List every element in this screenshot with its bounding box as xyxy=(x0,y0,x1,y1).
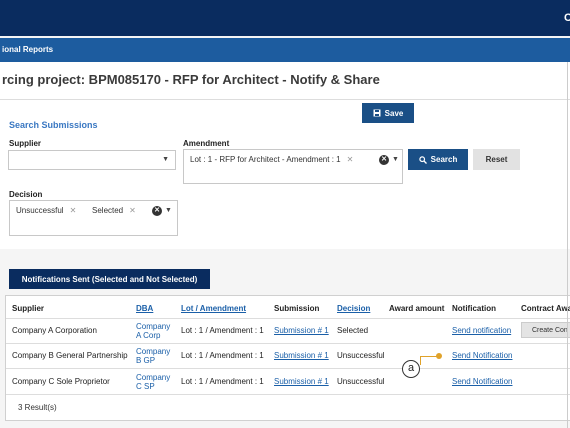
header-corner-glyph: C xyxy=(564,12,570,24)
floppy-disk-icon xyxy=(373,109,381,117)
search-legend: Search Submissions xyxy=(9,121,98,130)
column-header-submission: Submission xyxy=(274,304,320,313)
cell-lot: Lot : 1 / Amendment : 1 xyxy=(181,326,264,335)
amendment-label: Amendment xyxy=(183,139,230,148)
cell-lot: Lot : 1 / Amendment : 1 xyxy=(181,377,264,386)
remove-chip-icon[interactable]: ✕ xyxy=(70,206,77,215)
row-divider xyxy=(6,394,570,395)
cell-decision: Unsuccessful xyxy=(337,377,385,386)
remove-chip-icon[interactable]: ✕ xyxy=(129,206,136,215)
column-header-decision[interactable]: Decision xyxy=(337,304,370,313)
row-divider xyxy=(6,368,570,369)
notifications-sent-tab[interactable]: Notifications Sent (Selected and Not Sel… xyxy=(9,269,210,289)
column-header-award-amount: Award amount xyxy=(389,304,445,313)
decision-multiselect[interactable]: Unsuccessful ✕ Selected ✕ ✕ ▼ xyxy=(9,200,178,236)
search-icon xyxy=(418,155,427,164)
decision-chip[interactable]: Unsuccessful ✕ xyxy=(16,206,76,215)
amendment-chip-label: Lot : 1 - RFP for Architect - Amendment … xyxy=(190,155,341,164)
chevron-down-icon: ▼ xyxy=(162,156,169,163)
column-header-contract-award: Contract Awa xyxy=(521,304,570,313)
column-header-notification: Notification xyxy=(452,304,496,313)
cell-dba-line: Company xyxy=(136,373,171,382)
send-notification-link[interactable]: Send Notification xyxy=(452,377,512,386)
cell-dba[interactable]: Company C SP xyxy=(136,373,170,391)
cell-supplier: Company A Corporation xyxy=(12,326,97,335)
supplier-label: Supplier xyxy=(9,139,42,148)
column-header-lot-amendment[interactable]: Lot / Amendment xyxy=(181,304,246,313)
top-header-bar: C xyxy=(0,0,570,36)
column-header-supplier: Supplier xyxy=(12,304,45,313)
sub-navigation-bar: ional Reports xyxy=(0,38,570,62)
chevron-down-icon[interactable]: ▼ xyxy=(165,207,172,214)
cell-lot: Lot : 1 / Amendment : 1 xyxy=(181,351,264,360)
amendment-chip[interactable]: Lot : 1 - RFP for Architect - Amendment … xyxy=(190,155,353,164)
annotation-badge: a xyxy=(402,360,420,378)
decision-chip-label: Selected xyxy=(92,206,124,215)
send-notification-link[interactable]: Send Notification xyxy=(452,351,512,360)
decision-chip-label: Unsuccessful xyxy=(16,206,64,215)
right-border xyxy=(567,62,568,428)
decision-label: Decision xyxy=(9,190,43,199)
row-divider xyxy=(6,318,570,319)
remove-chip-icon[interactable]: ✕ xyxy=(347,155,354,164)
clear-icon[interactable]: ✕ xyxy=(152,206,162,216)
supplier-select[interactable]: ▼ xyxy=(8,150,176,170)
cell-dba[interactable]: Company B GP xyxy=(136,347,170,365)
cell-decision: Unsuccessful xyxy=(337,351,385,360)
cell-dba-line: B GP xyxy=(136,356,156,365)
nav-item-reports[interactable]: ional Reports xyxy=(2,45,53,54)
cell-dba-line: A Corp xyxy=(136,331,161,340)
search-button[interactable]: Search xyxy=(408,149,468,170)
reset-button[interactable]: Reset xyxy=(473,149,520,170)
save-button-label: Save xyxy=(384,108,404,118)
chevron-down-icon[interactable]: ▼ xyxy=(392,156,399,163)
create-contract-button[interactable]: Create Con xyxy=(521,322,570,338)
cell-dba-line: C SP xyxy=(136,382,155,391)
column-header-dba[interactable]: DBA xyxy=(136,304,153,313)
save-button[interactable]: Save xyxy=(362,103,414,123)
cell-dba-line: Company xyxy=(136,347,171,356)
result-count: 3 Result(s) xyxy=(18,403,57,412)
cell-submission-link[interactable]: Submission # 1 xyxy=(274,351,329,360)
page-title: rcing project: BPM085170 - RFP for Archi… xyxy=(2,72,380,87)
search-button-label: Search xyxy=(430,155,458,164)
row-divider xyxy=(6,343,570,344)
cell-dba[interactable]: Company A Corp xyxy=(136,322,170,340)
cell-decision: Selected xyxy=(337,326,369,335)
cell-submission-link[interactable]: Submission # 1 xyxy=(274,326,329,335)
cell-supplier: Company B General Partnership xyxy=(12,351,128,360)
cell-supplier: Company C Sole Proprietor xyxy=(12,377,110,386)
amendment-multiselect[interactable]: Lot : 1 - RFP for Architect - Amendment … xyxy=(183,149,403,184)
annotation-dot xyxy=(436,353,442,359)
clear-icon[interactable]: ✕ xyxy=(379,155,389,165)
send-notification-link[interactable]: Send notification xyxy=(452,326,511,335)
decision-chip[interactable]: Selected ✕ xyxy=(92,206,136,215)
cell-submission-link[interactable]: Submission # 1 xyxy=(274,377,329,386)
cell-dba-line: Company xyxy=(136,322,171,331)
title-bar: rcing project: BPM085170 - RFP for Archi… xyxy=(0,62,570,100)
